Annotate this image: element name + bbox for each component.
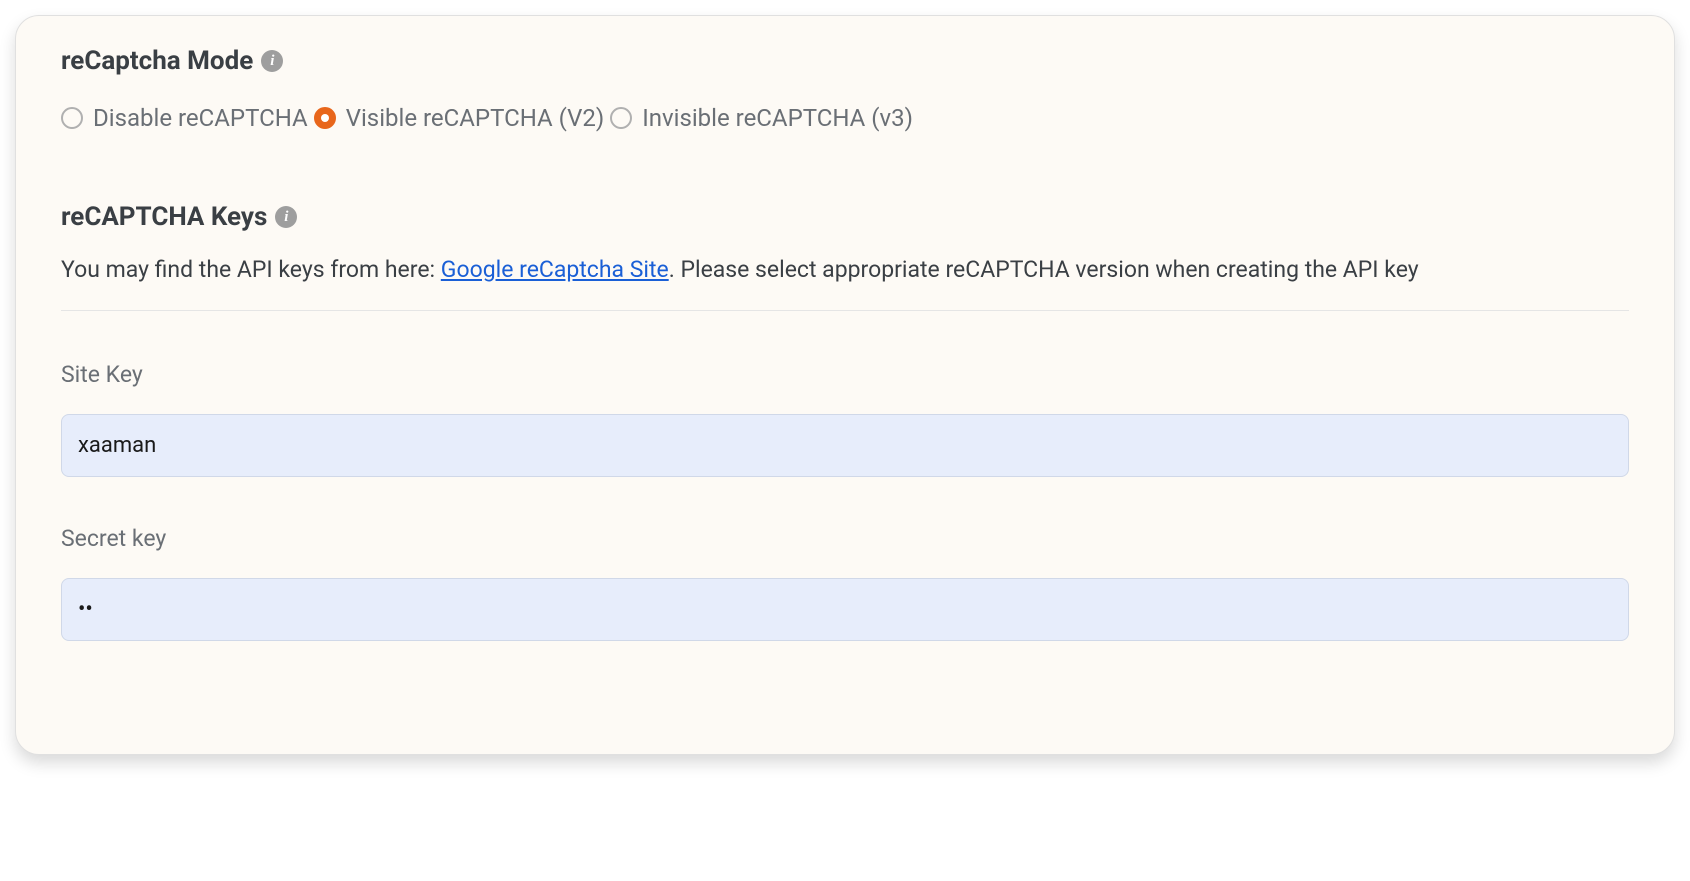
recaptcha-mode-heading: reCaptcha Mode i [61,46,1629,76]
recaptcha-keys-description: You may find the API keys from here: Goo… [61,254,1629,286]
secret-key-field: Secret key [61,525,1629,641]
secret-key-label: Secret key [61,525,1629,552]
desc-suffix: . Please select appropriate reCAPTCHA ve… [669,256,1419,283]
secret-key-input[interactable] [61,578,1629,641]
radio-disable-recaptcha[interactable]: Disable reCAPTCHA [61,104,308,132]
radio-label: Disable reCAPTCHA [93,104,308,132]
radio-icon [314,107,336,129]
divider [61,310,1629,311]
recaptcha-keys-title: reCAPTCHA Keys [61,202,267,232]
recaptcha-mode-title: reCaptcha Mode [61,46,253,76]
site-key-input[interactable] [61,414,1629,477]
radio-label: Visible reCAPTCHA (V2) [346,104,605,132]
radio-icon [61,107,83,129]
radio-invisible-recaptcha-v3[interactable]: Invisible reCAPTCHA (v3) [610,104,913,132]
recaptcha-keys-heading: reCAPTCHA Keys i [61,202,1629,232]
recaptcha-keys-section: reCAPTCHA Keys i You may find the API ke… [61,202,1629,641]
recaptcha-settings-panel: reCaptcha Mode i Disable reCAPTCHA Visib… [15,15,1675,755]
recaptcha-mode-options: Disable reCAPTCHA Visible reCAPTCHA (V2)… [61,104,1629,132]
google-recaptcha-link[interactable]: Google reCaptcha Site [441,256,669,283]
site-key-label: Site Key [61,361,1629,388]
radio-icon [610,107,632,129]
info-icon[interactable]: i [275,206,297,228]
info-icon[interactable]: i [261,50,283,72]
radio-visible-recaptcha-v2[interactable]: Visible reCAPTCHA (V2) [314,104,605,132]
radio-label: Invisible reCAPTCHA (v3) [642,104,913,132]
desc-prefix: You may find the API keys from here: [61,256,441,283]
site-key-field: Site Key [61,361,1629,477]
